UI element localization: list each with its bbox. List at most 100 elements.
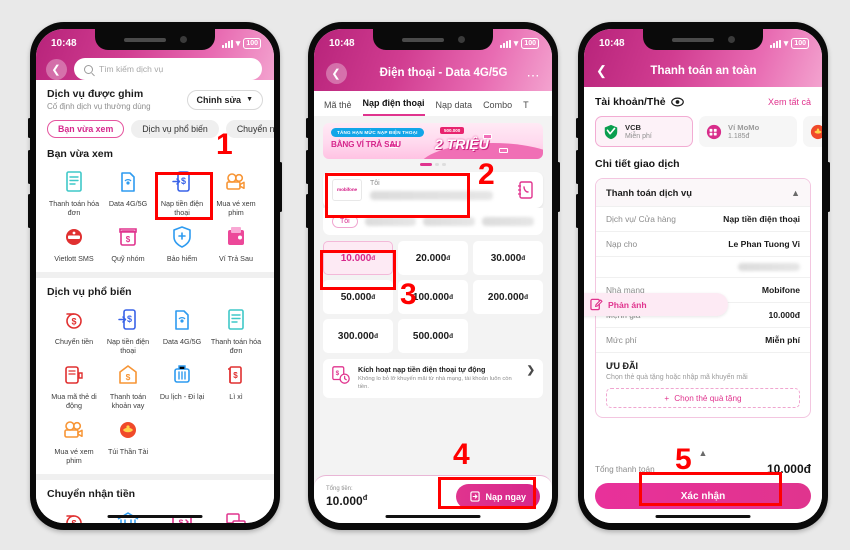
feedback-tag[interactable]: Phản ánh — [584, 293, 728, 316]
tile-thanh-toan-khoan-vay[interactable]: $ Thanh toán khoản vay — [101, 362, 155, 410]
phone-3-screen: 10:48 ▾ 100 ❮ Thanh toán an toàn Tài kho… — [584, 29, 822, 523]
edit-button[interactable]: Chỉnh sửa ▼ — [186, 89, 263, 110]
masked-value — [423, 217, 476, 226]
back-button-1[interactable]: ❮ — [46, 58, 67, 80]
tab-combo[interactable]: Combo — [483, 100, 512, 116]
payment-method-tui-than-tai[interactable]: Túi T 1.43 — [803, 116, 822, 147]
title-bar-3: ❮ Thanh toán an toàn — [584, 55, 822, 87]
amount-option-30000[interactable]: 30.000 đ — [473, 241, 543, 275]
postpaid-wallet-icon — [228, 227, 244, 245]
payment-method-momo[interactable]: Ví MoMo 1.185đ — [699, 116, 797, 147]
tile-vietlott-sms[interactable]: Vietlott SMS — [47, 224, 101, 263]
chevron-up-icon: ▲ — [791, 187, 800, 198]
phone-number-card[interactable]: mobifone Tôi — [323, 172, 543, 208]
pinned-title: Dịch vụ được ghim — [47, 88, 144, 100]
amount-value: 10.000 — [340, 252, 372, 264]
amount-option-50000[interactable]: 50.000 đ — [323, 280, 393, 314]
auto-topup-card[interactable]: $ Kích hoạt nạp tiền điện thoại tự động … — [323, 359, 543, 398]
payment-method-vcb[interactable]: VCB Miễn phí — [595, 116, 693, 147]
wifi-icon: ▾ — [783, 38, 789, 48]
lucky-bag-icon — [120, 422, 136, 438]
total-label: Tổng tiền: — [326, 485, 353, 492]
svg-text:$: $ — [179, 518, 184, 524]
contacts-icon[interactable] — [518, 181, 534, 199]
tile-data-4g5g-2[interactable]: Data 4G/5G — [155, 307, 209, 355]
lucky-bag-icon — [810, 124, 822, 139]
tile-nap-tien-dien-thoai[interactable]: $ Nạp tiền điện thoại — [155, 169, 209, 217]
tile-label: Lì xì — [229, 392, 243, 401]
tile-tui-than-tai[interactable]: Túi Thần Tài — [101, 417, 155, 465]
tile-chia-tien[interactable]: $ Chia tiền — [209, 509, 263, 523]
promo-banner[interactable]: 500.000 TĂNG HẠN MỨC NẠP ĐIỆN THOẠI BẰNG… — [323, 123, 543, 159]
carousel-dots — [314, 163, 552, 166]
confirm-button[interactable]: Xác nhận — [595, 483, 811, 509]
tile-vi-tra-sau[interactable]: Ví Trả Sau — [209, 224, 263, 263]
tile-mua-ve-xem-phim[interactable]: Mua vé xem phim — [209, 169, 263, 217]
shield-insurance-icon — [173, 226, 191, 248]
amount-unit: đ — [371, 254, 376, 262]
tile-thanh-toan-hoa-don[interactable]: Thanh toán hóa đơn — [47, 169, 101, 217]
camera-icon — [727, 36, 735, 43]
amount-value: 500.000 — [412, 330, 450, 342]
amount-option-10000[interactable]: 10.000 đ — [323, 241, 393, 275]
tab-ma-the[interactable]: Mã thẻ — [324, 100, 352, 116]
tile-label: Túi Thần Tài — [107, 447, 149, 456]
recent-grid: Thanh toán hóa đơn Data 4G/5G $ Nạp tiền… — [47, 169, 263, 263]
choose-gift-card-button[interactable]: + Chọn thẻ quà tặng — [606, 388, 800, 408]
phone-3-bottom-bar: ▲ Tổng thanh toán 10.000đ Xác nhận — [584, 440, 822, 523]
amount-grid: 10.000 đ 20.000 đ 30.000 đ 50.000 đ 100.000 đ… — [323, 241, 543, 353]
amount-option-20000[interactable]: 20.000 đ — [398, 241, 468, 275]
tile-thanh-toan-hoa-don-2[interactable]: Thanh toán hóa đơn — [209, 307, 263, 355]
chip-dich-vu-pho-bien[interactable]: Dịch vụ phổ biến — [131, 120, 219, 138]
tab-nap-data[interactable]: Nạp data — [436, 100, 473, 116]
tab-nap-dien-thoai[interactable]: Nạp điện thoại — [362, 98, 425, 116]
pinned-subtitle: Cố định dịch vụ thường dùng — [47, 102, 151, 111]
tile-mua-ma-the-di-dong[interactable]: Mua mã thẻ di động — [47, 362, 101, 410]
title-bar-2: ❮ Điện thoại - Data 4G/5G ⋯ — [314, 55, 552, 91]
more-options-icon[interactable]: ⋯ — [527, 68, 541, 84]
chip-chuyen-nhan-tien[interactable]: Chuyển nhận ti — [225, 120, 274, 138]
amount-unit: đ — [524, 293, 529, 301]
tab-more[interactable]: T — [523, 100, 529, 116]
recent-number-row[interactable]: Tôi — [323, 208, 543, 235]
tile-label: Mua vé xem phim — [216, 199, 256, 217]
tile-du-lich-di-lai[interactable]: Du lịch - Đi lại — [155, 362, 209, 410]
notch — [373, 29, 493, 50]
svg-text:$: $ — [336, 370, 340, 377]
back-button-3[interactable]: ❮ — [596, 63, 607, 79]
auto-topup-icon: $ — [332, 366, 350, 384]
promo-badge: TĂNG HẠN MỨC NẠP ĐIỆN THOẠI — [331, 128, 424, 137]
detail-row-recipient: Nạp cho Le Phan Tuong Vi — [596, 231, 810, 256]
chip-ban-vua-xem[interactable]: Bạn vừa xem — [47, 120, 125, 138]
amount-option-500000[interactable]: 500.000 đ — [398, 319, 468, 353]
tile-data-4g5g[interactable]: Data 4G/5G — [101, 169, 155, 217]
total-unit: đ — [362, 492, 368, 502]
eye-icon[interactable] — [670, 97, 684, 107]
tile-quy-nhom[interactable]: $ Quỹ nhóm — [101, 224, 155, 263]
expand-caret-icon[interactable]: ▲ — [595, 449, 811, 458]
amount-option-200000[interactable]: 200.000 đ — [473, 280, 543, 314]
tile-mua-ve-xem-phim-2[interactable]: Mua vé xem phim — [47, 417, 101, 465]
amount-value: 200.000 — [487, 291, 525, 303]
speaker-icon — [123, 37, 166, 42]
svg-text:$: $ — [233, 371, 238, 380]
search-input[interactable]: Tìm kiếm dịch vụ — [74, 58, 262, 80]
detail-box-header[interactable]: Thanh toán dịch vụ ▲ — [596, 179, 810, 206]
svg-text:$: $ — [127, 314, 132, 324]
row-key: Mức phí — [606, 335, 637, 345]
mobile-card-icon — [65, 366, 83, 384]
nap-ngay-button[interactable]: Nạp ngay — [456, 484, 540, 509]
back-button-2[interactable]: ❮ — [326, 62, 347, 84]
tile-nap-tien-dien-thoai-2[interactable]: $ Nạp tiền điện thoại — [101, 307, 155, 355]
tile-chuyen-tien[interactable]: $ Chuyển tiền — [47, 307, 101, 355]
amount-unit: đ — [521, 254, 526, 262]
phone-1-frame: 10:48 ▾ 100 ❮ Tìm kiếm dịch vụ Dịch vụ đ… — [28, 22, 282, 530]
tile-bao-hiem[interactable]: Bảo hiểm — [155, 224, 209, 263]
detail-row-fee: Mức phí Miễn phí — [596, 327, 810, 352]
see-all-link[interactable]: Xem tất cả — [768, 97, 811, 107]
amount-option-300000[interactable]: 300.000 đ — [323, 319, 393, 353]
tile-li-xi[interactable]: $ Lì xì — [209, 362, 263, 410]
phone-1-screen: 10:48 ▾ 100 ❮ Tìm kiếm dịch vụ Dịch vụ đ… — [36, 29, 274, 523]
tile-chuyen-tien-2[interactable]: $ Chuyển tiền — [47, 509, 101, 523]
gift-button-label: Chọn thẻ quà tặng — [674, 393, 742, 403]
